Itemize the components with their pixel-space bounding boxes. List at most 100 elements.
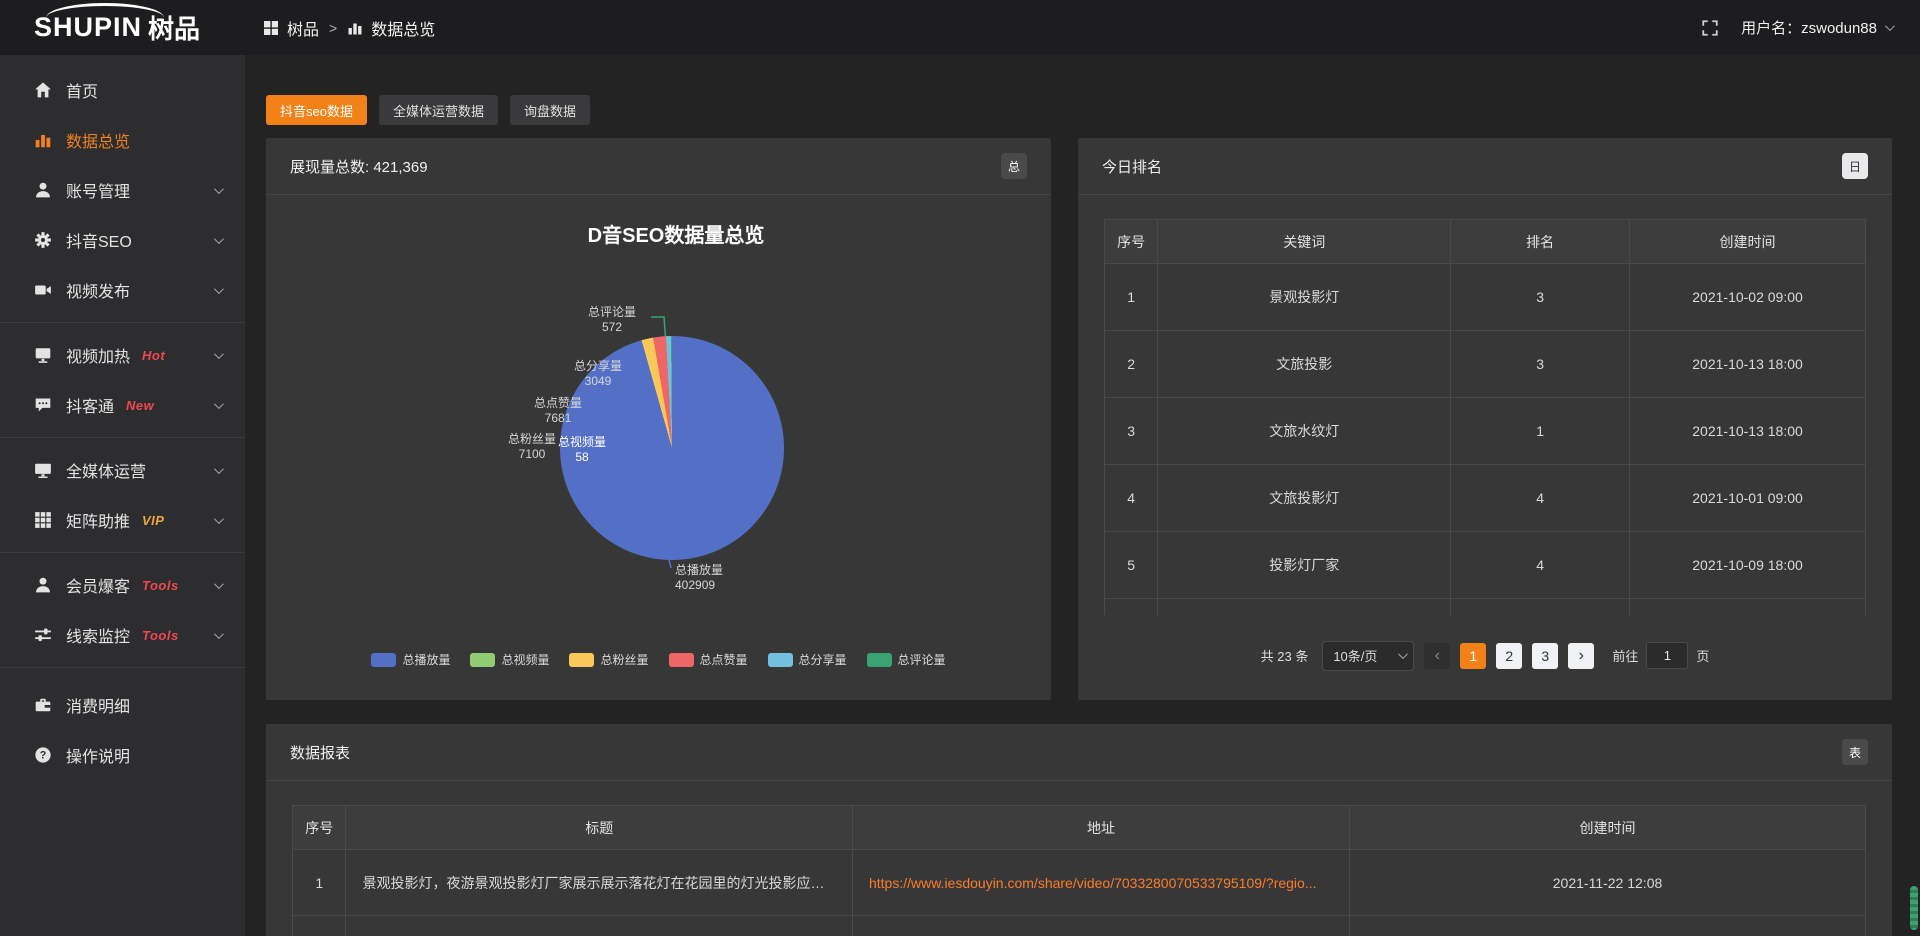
col-url: 地址 — [852, 806, 1349, 850]
squares-icon — [263, 20, 279, 36]
gear-icon — [34, 231, 52, 249]
sidebar: 首页 数据总览 账号管理 抖音SEO 视频发布 — [0, 55, 245, 936]
col-title: 标题 — [346, 806, 853, 850]
impressions-total-label: 展现量总数: 421,369 — [290, 156, 428, 177]
pie-label-likes: 总点赞量7681 — [508, 396, 608, 426]
impressions-card: 展现量总数: 421,369 总 D音SEO数据量总览 总评论量572 — [266, 138, 1051, 700]
legend-item-plays[interactable]: 总播放量 — [371, 651, 450, 668]
sidebar-item-omnimedia[interactable]: 全媒体运营 — [0, 445, 245, 495]
chevron-down-icon — [1398, 649, 1408, 659]
table-row: 4 文旅投影灯 4 2021-10-01 09:00 — [1105, 465, 1866, 532]
logo-arc — [46, 3, 164, 18]
chevron-down-icon — [214, 514, 224, 524]
breadcrumb: 树品 > 数据总览 — [263, 16, 435, 40]
logo[interactable]: SHUPIN 树品 — [0, 0, 245, 55]
app-root: SHUPIN 树品 树品 > 数据总览 用户名：zswodun88 — [0, 0, 1920, 936]
page-button-2[interactable]: 2 — [1496, 643, 1522, 669]
total-toggle-button[interactable]: 总 — [1001, 153, 1027, 179]
question-icon: ? — [34, 746, 52, 764]
pagination-total: 共 23 条 — [1261, 646, 1309, 665]
svg-text:?: ? — [40, 750, 47, 762]
sidebar-menu: 首页 数据总览 账号管理 抖音SEO 视频发布 — [0, 55, 245, 780]
legend-swatch — [470, 653, 495, 667]
header-right: 用户名：zswodun88 — [1701, 17, 1920, 38]
sidebar-item-label: 线索监控 — [66, 623, 130, 647]
clipped-row — [293, 916, 1866, 936]
legend-item-fans[interactable]: 总粉丝量 — [569, 651, 648, 668]
chevron-down-icon — [214, 399, 224, 409]
col-index: 序号 — [1105, 220, 1158, 264]
top-header: SHUPIN 树品 树品 > 数据总览 用户名：zswodun88 — [0, 0, 1920, 55]
legend-swatch — [371, 653, 396, 667]
video-title-cell: 景观投影灯，夜游景观投影灯厂家展示展示落花灯在花园里的灯光投影应用效果 # — [346, 850, 853, 916]
sidebar-item-label: 矩阵助推 — [66, 508, 130, 532]
breadcrumb-item-home[interactable]: 树品 — [287, 16, 319, 40]
video-link[interactable]: https://www.iesdouyin.com/share/video/70… — [869, 875, 1317, 891]
fullscreen-icon[interactable] — [1701, 19, 1719, 37]
breadcrumb-separator: > — [329, 20, 337, 36]
sidebar-item-video-publish[interactable]: 视频发布 — [0, 265, 245, 315]
tab-omnimedia-data[interactable]: 全媒体运营数据 — [379, 95, 498, 125]
new-badge: New — [126, 398, 154, 413]
sidebar-item-data-overview[interactable]: 数据总览 — [0, 115, 245, 165]
sidebar-item-label: 视频发布 — [66, 278, 130, 302]
day-toggle-button[interactable]: 日 — [1842, 153, 1868, 179]
goto-page-input[interactable] — [1646, 642, 1688, 669]
ranking-card-title: 今日排名 — [1102, 156, 1162, 177]
sidebar-item-douyin-seo[interactable]: 抖音SEO — [0, 215, 245, 265]
table-row: 1 景观投影灯，夜游景观投影灯厂家展示展示落花灯在花园里的灯光投影应用效果 # … — [293, 850, 1866, 916]
legend-swatch — [669, 653, 694, 667]
table-toggle-button[interactable]: 表 — [1842, 739, 1868, 765]
sidebar-item-doukettong[interactable]: 抖客通 New — [0, 380, 245, 430]
sliders-icon — [34, 626, 52, 644]
page-button-1[interactable]: 1 — [1460, 643, 1486, 669]
legend-item-shares[interactable]: 总分享量 — [768, 651, 847, 668]
table-row: 2 文旅投影 3 2021-10-13 18:00 — [1105, 331, 1866, 398]
main-content: 抖音seo数据 全媒体运营数据 询盘数据 展现量总数: 421,369 总 D音… — [245, 55, 1920, 936]
sidebar-item-label: 首页 — [66, 78, 98, 102]
report-card-title: 数据报表 — [290, 742, 350, 763]
report-table: 序号 标题 地址 创建时间 1 景观投影灯，夜游景观投影灯厂家展示展示落花灯在花… — [292, 805, 1866, 936]
table-row: 5 投影灯厂家 4 2021-10-09 18:00 — [1105, 532, 1866, 599]
col-index: 序号 — [293, 806, 346, 850]
sidebar-item-label: 消费明细 — [66, 693, 130, 717]
page-button-3[interactable]: 3 — [1532, 643, 1558, 669]
chevron-down-icon — [214, 464, 224, 474]
page-size-select[interactable]: 10条/页 — [1322, 641, 1414, 671]
sidebar-item-home[interactable]: 首页 — [0, 65, 245, 115]
prev-page-button[interactable]: ‹ — [1424, 643, 1450, 669]
user-icon — [34, 181, 52, 199]
scrollbar-thumb[interactable] — [1910, 886, 1918, 930]
next-page-button[interactable]: › — [1568, 643, 1594, 669]
legend-item-likes[interactable]: 总点赞量 — [669, 651, 748, 668]
sidebar-item-consumption[interactable]: 消费明细 — [0, 680, 245, 730]
chevron-down-icon — [214, 629, 224, 639]
col-keyword: 关键词 — [1158, 220, 1451, 264]
sidebar-item-label: 全媒体运营 — [66, 458, 146, 482]
username-label: 用户名：zswodun88 — [1741, 17, 1877, 38]
legend-item-videos[interactable]: 总视频量 — [470, 651, 549, 668]
chevron-down-icon — [214, 234, 224, 244]
chevron-down-icon — [214, 184, 224, 194]
user-icon — [34, 576, 52, 594]
screen-icon — [34, 346, 52, 364]
chevron-down-icon — [214, 579, 224, 589]
chevron-down-icon — [214, 349, 224, 359]
sidebar-item-member[interactable]: 会员爆客 Tools — [0, 560, 245, 610]
sidebar-item-lead-monitor[interactable]: 线索监控 Tools — [0, 610, 245, 660]
sidebar-item-video-heat[interactable]: 视频加热 Hot — [0, 330, 245, 380]
tools-badge: Tools — [142, 628, 179, 643]
sidebar-item-label: 抖音SEO — [66, 228, 132, 252]
sidebar-item-instructions[interactable]: ? 操作说明 — [0, 730, 245, 780]
chevron-down-icon — [214, 284, 224, 294]
col-created: 创建时间 — [1350, 806, 1866, 850]
tab-douyin-seo-data[interactable]: 抖音seo数据 — [266, 95, 367, 125]
tab-inquiry-data[interactable]: 询盘数据 — [510, 95, 590, 125]
breadcrumb-item-current[interactable]: 数据总览 — [371, 16, 435, 40]
user-menu[interactable]: 用户名：zswodun88 — [1741, 17, 1892, 38]
sidebar-item-account[interactable]: 账号管理 — [0, 165, 245, 215]
sidebar-item-matrix-boost[interactable]: 矩阵助推 VIP — [0, 495, 245, 545]
chevron-down-icon — [1885, 21, 1895, 31]
legend-item-comments[interactable]: 总评论量 — [867, 651, 946, 668]
menu-divider — [0, 322, 245, 323]
